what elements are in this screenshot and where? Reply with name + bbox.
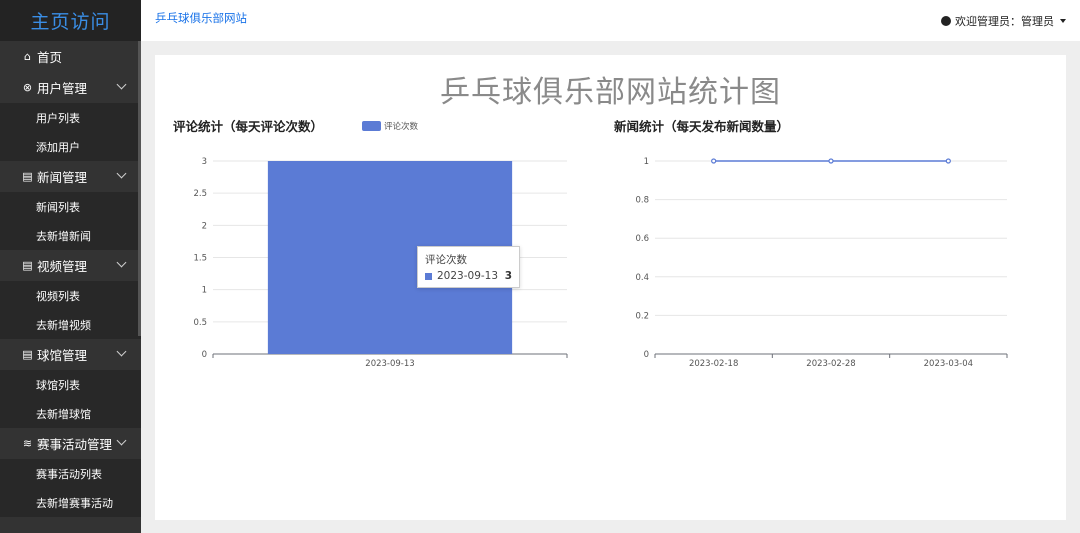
- chevron-down-icon[interactable]: [116, 79, 127, 90]
- tooltip-title: 评论次数: [425, 254, 467, 266]
- data-point[interactable]: [945, 158, 951, 164]
- charts-canvas: 评论统计（每天评论次数） 评论次数 0 0.5 1 1.5 2 2.5 3 2023-09-1…: [173, 119, 1008, 369]
- sidebar-subitem[interactable]: 视频列表: [0, 281, 141, 310]
- sidebar-item-label: 视频管理: [37, 259, 88, 274]
- chevron-down-icon[interactable]: [116, 435, 127, 446]
- sidebar-subitem[interactable]: 去新增赛事活动: [0, 488, 141, 517]
- y-tick-label: 1: [202, 286, 207, 296]
- smiley-icon: [941, 15, 951, 26]
- doc-icon: ▤: [22, 259, 33, 272]
- sidebar-item-label: 赛事活动管理: [37, 437, 113, 452]
- y-tick-label: 3: [202, 157, 207, 167]
- x-tick-label: 2023-09-13: [365, 359, 414, 369]
- tooltip-value: 3: [504, 270, 512, 282]
- news-chart-title: 新闻统计（每天发布新闻数量）: [614, 119, 789, 134]
- top-header: 乒乓球俱乐部网站 欢迎管理员：管理员: [141, 0, 1080, 41]
- y-tick-label: 0.6: [635, 234, 649, 244]
- sidebar-subitem[interactable]: 球馆列表: [0, 370, 141, 399]
- sidebar-item-label: 用户管理: [37, 81, 88, 96]
- chevron-down-icon[interactable]: [116, 257, 127, 268]
- sidebar-item-3[interactable]: ▤ 视频管理: [0, 250, 141, 281]
- doc-icon: ▤: [22, 170, 33, 183]
- data-point[interactable]: [828, 158, 834, 164]
- y-tick-label: 2.5: [193, 189, 207, 199]
- y-tick-label: 2: [202, 221, 207, 231]
- x-tick-label: 2023-02-28: [806, 359, 855, 369]
- sidebar-item-2[interactable]: ▤ 新闻管理: [0, 161, 141, 192]
- y-tick-label: 1.5: [193, 254, 207, 264]
- comment-chart-title: 评论统计（每天评论次数）: [173, 119, 323, 134]
- y-tick-label: 0.8: [635, 196, 649, 206]
- sidebar-item-label: 首页: [37, 50, 63, 65]
- stats-panel: 乒乓球俱乐部网站统计图 评论统计（每天评论次数） 评论次数 0 0.5 1 1.5 2 2…: [155, 55, 1066, 520]
- welcome-text: 欢迎管理员：管理员: [955, 14, 1054, 28]
- sidebar-item-5[interactable]: ≋ 赛事活动管理: [0, 428, 141, 459]
- y-tick-label: 1: [644, 157, 649, 167]
- x-tick-label: 2023-03-04: [924, 359, 973, 369]
- caret-down-icon[interactable]: [1060, 18, 1066, 23]
- sidebar-subitem[interactable]: 去新增视频: [0, 310, 141, 339]
- chevron-down-icon[interactable]: [116, 346, 127, 357]
- y-tick-label: 0.2: [635, 311, 649, 321]
- logo[interactable]: 主页访问: [0, 0, 141, 41]
- home-icon: ⌂: [24, 50, 31, 63]
- user-menu[interactable]: 欢迎管理员：管理员: [941, 13, 1066, 29]
- legend-swatch[interactable]: [362, 121, 381, 131]
- y-tick-label: 0.4: [635, 273, 649, 283]
- y-tick-label: 0.5: [193, 318, 207, 328]
- sidebar-item-4[interactable]: ▤ 球馆管理: [0, 339, 141, 370]
- sidebar-scrollbar[interactable]: [138, 41, 141, 336]
- sidebar-subitem[interactable]: 赛事活动列表: [0, 459, 141, 488]
- layers-icon: ≋: [22, 437, 33, 450]
- sidebar-subitem[interactable]: 新闻列表: [0, 192, 141, 221]
- data-point[interactable]: [711, 158, 717, 164]
- sidebar-item-label: 新闻管理: [37, 170, 88, 185]
- chart-tooltip: 评论次数 2023-09-13 3: [417, 246, 520, 288]
- x-tick-label: 2023-02-18: [689, 359, 738, 369]
- sidebar-nav: ⌂ 首页 ⊗ 用户管理 用户列表 添加用户 ▤ 新闻管理 新闻列表 去新增新闻 ▤ 视频管理 视频列表去…: [0, 41, 141, 517]
- sidebar-item-0[interactable]: ⌂ 首页: [0, 41, 141, 72]
- sidebar-subitem[interactable]: 去新增球馆: [0, 399, 141, 428]
- doc-icon: ▤: [22, 348, 33, 361]
- site-name-link[interactable]: 乒乓球俱乐部网站: [155, 10, 247, 26]
- sidebar-subitem[interactable]: 用户列表: [0, 103, 141, 132]
- tooltip-date: 2023-09-13: [437, 270, 499, 282]
- sidebar-subitem[interactable]: 去新增新闻: [0, 221, 141, 250]
- y-tick-label: 0: [644, 350, 649, 360]
- sidebar-subitem[interactable]: 添加用户: [0, 132, 141, 161]
- chevron-down-icon[interactable]: [116, 168, 127, 179]
- y-tick-label: 0: [202, 350, 207, 360]
- legend-label[interactable]: 评论次数: [384, 121, 419, 132]
- news-line-chart: 0 0.2 0.4 0.6 0.8 1 2023-02-18 2023-02-28 2023-0…: [635, 157, 1008, 369]
- tooltip-swatch: [425, 272, 432, 280]
- sidebar-item-label: 球馆管理: [37, 348, 88, 363]
- sidebar-item-1[interactable]: ⊗ 用户管理: [0, 72, 141, 103]
- user-icon: ⊗: [22, 81, 33, 94]
- sidebar: 主页访问 ⌂ 首页 ⊗ 用户管理用户列表 添加用户 ▤ 新闻管理新闻列表 去新增新闻 ▤ 视频管理…: [0, 0, 141, 533]
